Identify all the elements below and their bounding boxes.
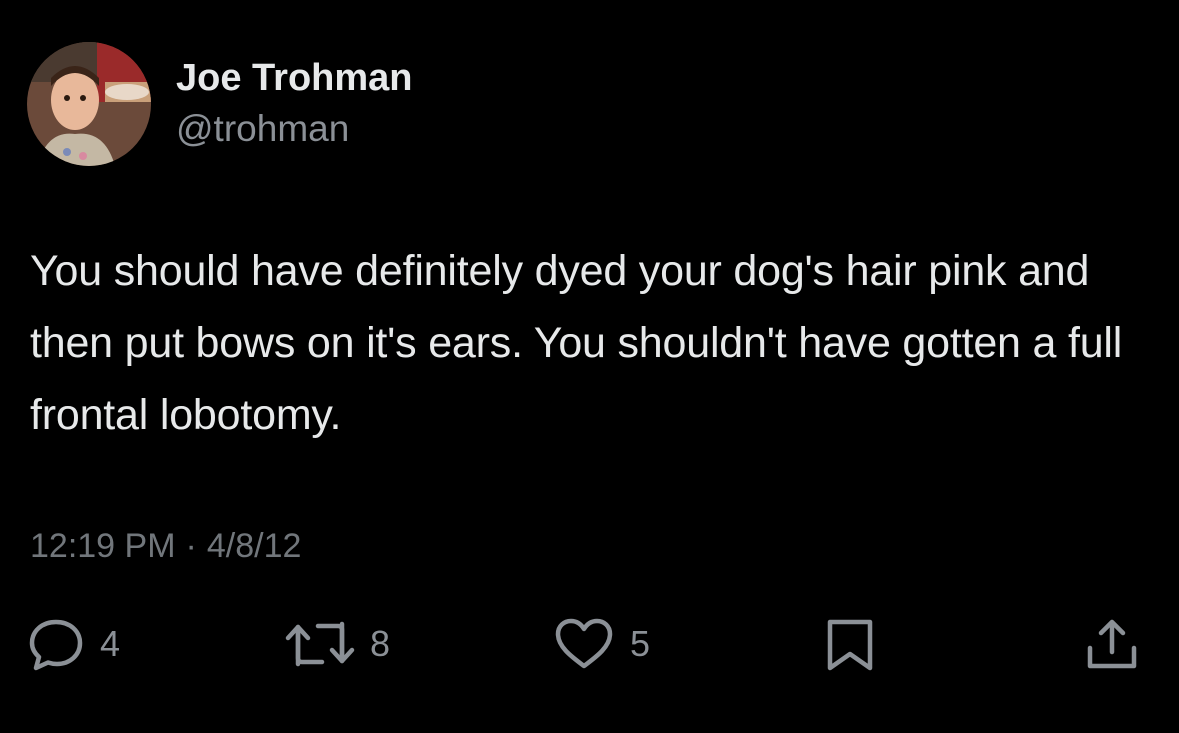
bookmark-icon	[827, 619, 873, 671]
share-icon	[1087, 619, 1137, 669]
retweet-count: 8	[370, 623, 391, 664]
author-name[interactable]: Joe Trohman	[176, 56, 413, 100]
author-handle[interactable]: @trohman	[176, 107, 349, 151]
like-count: 5	[630, 623, 651, 664]
retweet-button[interactable]: 8	[284, 612, 390, 676]
tweet-text: You should have definitely dyed your dog…	[30, 247, 1123, 439]
tweet-time[interactable]: 12:19 PM	[30, 527, 176, 565]
like-button[interactable]: 5	[552, 612, 650, 676]
profile-photo-icon	[27, 42, 151, 166]
meta-separator: ·	[185, 527, 197, 565]
action-bar: 4 8 5	[0, 612, 1179, 676]
bookmark-button[interactable]	[820, 612, 880, 676]
reply-count: 4	[100, 623, 121, 664]
share-button[interactable]	[1082, 612, 1142, 676]
heart-icon	[555, 618, 613, 669]
avatar[interactable]	[27, 42, 151, 166]
reply-button[interactable]: 4	[26, 612, 120, 676]
tweet-meta: 12:19 PM · 4/8/12	[30, 524, 301, 568]
tweet-date[interactable]: 4/8/12	[207, 527, 302, 565]
retweet-icon	[285, 621, 355, 667]
reply-icon	[29, 619, 83, 671]
